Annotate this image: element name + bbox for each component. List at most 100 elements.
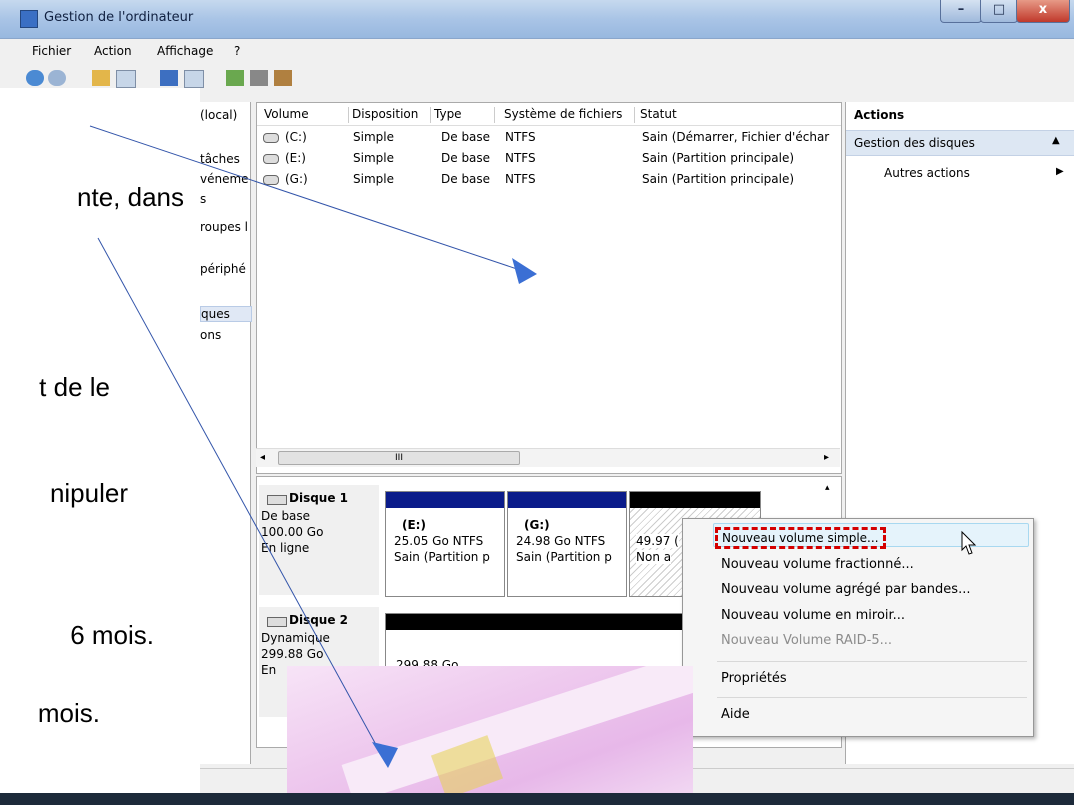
menu-action[interactable]: Action bbox=[94, 44, 132, 58]
volume-type: De base bbox=[441, 151, 491, 165]
partition-g-label: (G:) bbox=[524, 518, 550, 532]
up-folder-icon[interactable] bbox=[92, 70, 110, 86]
column-file-system[interactable]: Système de fichiers bbox=[501, 107, 635, 123]
disk-1-type: De base bbox=[261, 509, 311, 523]
menu-item-new-striped-volume[interactable]: Nouveau volume agrégé par bandes... bbox=[721, 582, 970, 597]
menu-item-new-simple-volume[interactable]: Nouveau volume simple... bbox=[715, 527, 886, 549]
actions-section-disk-management[interactable]: Gestion des disques ▲ bbox=[846, 130, 1074, 156]
submenu-arrow-icon: ▶ bbox=[1056, 166, 1064, 177]
antistatic-bag-photo bbox=[287, 666, 693, 805]
partition-g-status: Sain (Partition p bbox=[516, 550, 612, 564]
column-volume[interactable]: Volume bbox=[261, 107, 349, 123]
volume-status: Sain (Partition principale) bbox=[642, 151, 795, 165]
collapse-icon[interactable]: ▲ bbox=[1052, 135, 1060, 146]
disk-1-size: 100.00 Go bbox=[261, 525, 324, 539]
disk-2-size: 299.88 Go bbox=[261, 647, 324, 661]
disk-1-label[interactable]: Disque 1 De base 100.00 Go En ligne bbox=[259, 485, 379, 595]
tree-item-groups[interactable]: roupes l bbox=[200, 220, 250, 234]
menu-affichage[interactable]: Affichage bbox=[157, 44, 213, 58]
window-title: Gestion de l'ordinateur bbox=[44, 10, 194, 25]
slide-text-line: 6 mois. bbox=[70, 620, 154, 650]
computer-management-icon bbox=[20, 10, 38, 28]
volume-name: (G:) bbox=[285, 172, 308, 186]
horizontal-scrollbar[interactable]: ◂ III ▸ bbox=[256, 448, 840, 467]
unallocated-status: Non a bbox=[636, 550, 672, 564]
disk-2-name: Disque 2 bbox=[289, 613, 349, 627]
slide-text-line: nipuler bbox=[49, 478, 128, 508]
column-type[interactable]: Type bbox=[431, 107, 495, 123]
scroll-left-icon[interactable]: ◂ bbox=[260, 452, 265, 463]
slide-text-line: mois. bbox=[37, 698, 100, 728]
scroll-up-icon[interactable]: ▴ bbox=[825, 483, 830, 493]
properties-icon[interactable] bbox=[250, 70, 268, 86]
mouse-pointer-icon bbox=[961, 530, 977, 555]
title-bar[interactable]: Gestion de l'ordinateur – □ x bbox=[0, 0, 1074, 39]
volume-fs: NTFS bbox=[505, 172, 536, 186]
column-disposition[interactable]: Disposition bbox=[349, 107, 431, 123]
tree-item-local[interactable]: (local) bbox=[200, 108, 250, 122]
close-button[interactable]: x bbox=[1016, 0, 1070, 23]
help-icon[interactable] bbox=[160, 70, 178, 86]
tree-item-tasks[interactable]: tâches bbox=[200, 152, 250, 166]
partition-g-size: 24.98 Go NTFS bbox=[516, 534, 606, 548]
partition-e-size: 25.05 Go NTFS bbox=[394, 534, 484, 548]
tree-item-devices[interactable]: périphé bbox=[200, 262, 250, 276]
disk-2-state: En bbox=[261, 663, 277, 677]
scroll-right-icon[interactable]: ▸ bbox=[824, 452, 829, 463]
tree-item-disk-management[interactable]: ques bbox=[200, 306, 252, 322]
disk-icon bbox=[267, 617, 287, 627]
menu-item-new-mirrored-volume[interactable]: Nouveau volume en miroir... bbox=[721, 608, 905, 623]
disk-1-name: Disque 1 bbox=[289, 491, 349, 505]
volume-status: Sain (Démarrer, Fichier d'échar bbox=[642, 130, 830, 144]
menu-item-new-raid5-volume: Nouveau Volume RAID-5... bbox=[721, 633, 893, 648]
show-tree-icon[interactable] bbox=[116, 70, 136, 88]
maximize-button[interactable]: □ bbox=[980, 0, 1018, 23]
drive-icon bbox=[263, 154, 279, 164]
tree-item-events[interactable]: véneme bbox=[200, 172, 250, 186]
menu-fichier[interactable]: Fichier bbox=[32, 44, 71, 58]
drive-icon bbox=[263, 175, 279, 185]
forward-icon[interactable] bbox=[48, 70, 66, 86]
unallocated-size: 49.97 ( bbox=[636, 534, 679, 548]
volume-layout: Simple bbox=[353, 172, 394, 186]
actions-more-actions[interactable]: Autres actions bbox=[884, 166, 970, 180]
refresh-icon[interactable] bbox=[226, 70, 244, 86]
tree-item-shares[interactable]: s bbox=[200, 192, 250, 206]
settings-icon[interactable] bbox=[274, 70, 292, 86]
volume-layout: Simple bbox=[353, 130, 394, 144]
drive-icon bbox=[263, 133, 279, 143]
volume-name: (C:) bbox=[285, 130, 307, 144]
slide-text-line: t de le bbox=[39, 372, 110, 402]
scroll-thumb[interactable]: III bbox=[278, 451, 520, 465]
back-icon[interactable] bbox=[26, 70, 44, 86]
menu-bar: Fichier Action Affichage ? bbox=[20, 40, 1074, 62]
volume-layout: Simple bbox=[353, 151, 394, 165]
volume-list: Volume Disposition Type Système de fichi… bbox=[256, 102, 842, 474]
menu-help[interactable]: ? bbox=[234, 44, 240, 58]
actions-section-label: Gestion des disques bbox=[854, 136, 975, 150]
context-menu: Nouveau volume simple... Nouveau volume … bbox=[682, 518, 1034, 737]
partition-e-label: (E:) bbox=[402, 518, 426, 532]
slide-text-panel: nte, dans t de le nipuler 6 mois. mois. bbox=[0, 88, 200, 805]
partition-e[interactable]: (E:) 25.05 Go NTFS Sain (Partition p bbox=[385, 491, 505, 597]
partition-e-status: Sain (Partition p bbox=[394, 550, 490, 564]
actions-title: Actions bbox=[854, 108, 905, 122]
menu-item-help[interactable]: Aide bbox=[721, 707, 750, 722]
volume-name: (E:) bbox=[285, 151, 306, 165]
taskbar bbox=[0, 793, 1074, 805]
navigation-tree: (local) tâches véneme s roupes l périphé… bbox=[200, 102, 252, 764]
volume-type: De base bbox=[441, 172, 491, 186]
minimize-button[interactable]: – bbox=[940, 0, 982, 23]
volume-status: Sain (Partition principale) bbox=[642, 172, 795, 186]
tree-item-services[interactable]: ons bbox=[200, 328, 250, 342]
disk-icon bbox=[267, 495, 287, 505]
partition-g[interactable]: (G:) 24.98 Go NTFS Sain (Partition p bbox=[507, 491, 627, 597]
volume-type: De base bbox=[441, 130, 491, 144]
action-pane-icon[interactable] bbox=[184, 70, 204, 88]
menu-item-properties[interactable]: Propriétés bbox=[721, 671, 787, 686]
volume-fs: NTFS bbox=[505, 151, 536, 165]
disk-1-state: En ligne bbox=[261, 541, 310, 555]
slide-text-line: nte, dans bbox=[77, 182, 184, 212]
menu-item-new-spanned-volume[interactable]: Nouveau volume fractionné... bbox=[721, 557, 914, 572]
column-status[interactable]: Statut bbox=[637, 107, 840, 123]
